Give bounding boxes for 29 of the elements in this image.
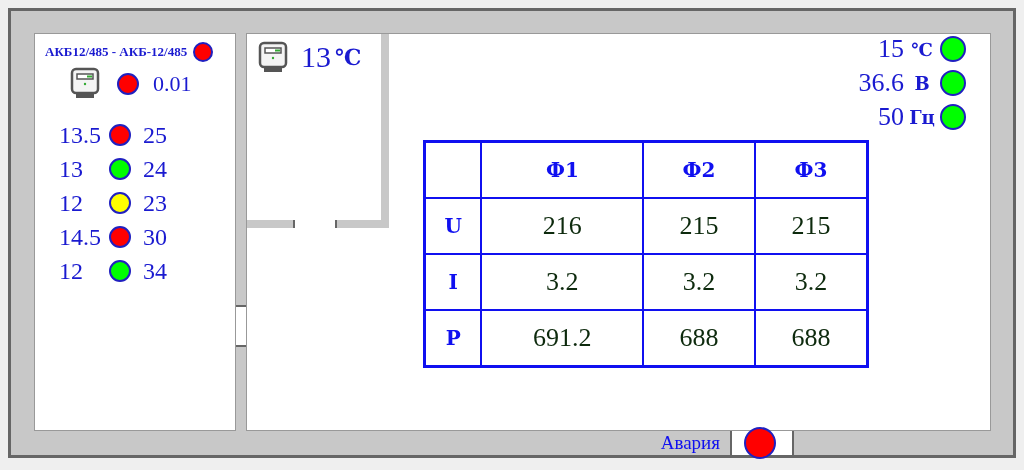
battery-voltage: 12 (59, 257, 84, 285)
table-cell: 3.2 (481, 254, 644, 310)
battery-temperature: 23 (143, 189, 167, 217)
battery-temperature: 25 (143, 121, 167, 149)
alarm-label: Авария (660, 432, 720, 454)
device-title: АКБ12/485 - АКБ-12/485 (45, 44, 188, 60)
table-cell: 216 (481, 198, 644, 254)
column-header: Ф1 (481, 141, 644, 198)
sensor-unit: В (913, 72, 931, 94)
sensor-unit: ℃ (910, 38, 934, 60)
table-cell: 215 (643, 198, 755, 254)
battery-temperature: 30 (143, 223, 167, 251)
table-cell: 3.2 (643, 254, 755, 310)
temperature-unit: ℃ (335, 44, 362, 70)
sensor-value: 36.6 (858, 68, 904, 98)
row-header: U (424, 198, 482, 254)
battery-temperature: 24 (143, 155, 167, 183)
battery-voltage: 14.5 (59, 223, 102, 251)
meter-value: 0.01 (153, 71, 192, 97)
sensor-unit: Гц (908, 106, 936, 128)
battery-temperature: 34 (143, 257, 167, 285)
battery-voltage: 13 (59, 155, 84, 183)
sensor-value: 15 (877, 34, 904, 64)
column-header: Ф2 (643, 141, 755, 198)
sensor-value: 50 (877, 102, 904, 132)
battery-voltage: 12 (59, 189, 84, 217)
room-temperature: 13 (301, 40, 331, 74)
battery-voltage: 13.5 (59, 121, 102, 149)
row-header: I (424, 254, 482, 310)
